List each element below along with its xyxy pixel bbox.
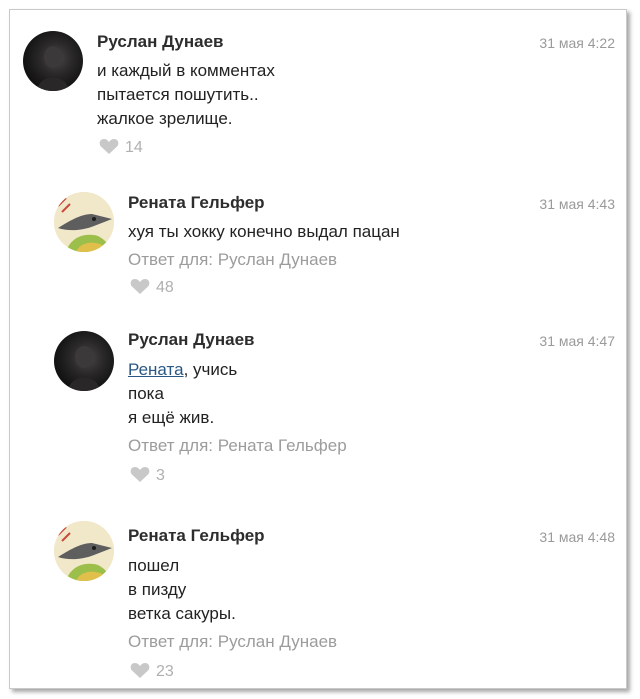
like-button[interactable]: 48 — [130, 278, 174, 297]
text-segment: , учись — [183, 360, 238, 379]
bird-illustration-icon — [54, 192, 114, 252]
author-name[interactable]: Руслан Дунаев — [97, 32, 223, 52]
bird-illustration-icon — [54, 521, 114, 581]
reply-to-link[interactable]: Ответ для: Рената Гельфер — [128, 436, 347, 456]
like-button[interactable]: 23 — [130, 662, 174, 681]
comment-text: пошел в пизду ветка сакуры. — [128, 554, 236, 626]
user-photo-icon — [37, 46, 69, 91]
comment-text: и каждый в комментах пытается пошутить..… — [97, 59, 275, 131]
comment: Рената Гельфер 31 мая 4:43 хуя ты хокку … — [10, 170, 626, 310]
comment: Руслан Дунаев 31 мая 4:22 и каждый в ком… — [10, 10, 626, 170]
comment: Руслан Дунаев 31 мая 4:47 Рената, учись … — [10, 310, 626, 500]
comment-text: хуя ты хокку конечно выдал пацан — [128, 220, 400, 244]
text-line: ветка сакуры. — [128, 604, 236, 623]
heart-icon — [99, 139, 119, 154]
reply-to-link[interactable]: Ответ для: Руслан Дунаев — [128, 250, 337, 270]
heart-icon — [130, 663, 150, 678]
avatar[interactable] — [54, 521, 114, 581]
like-count: 23 — [156, 663, 174, 680]
author-name[interactable]: Рената Гельфер — [128, 526, 265, 546]
avatar[interactable] — [54, 192, 114, 252]
timestamp[interactable]: 31 мая 4:47 — [505, 333, 615, 349]
text-line: пошел — [128, 556, 180, 575]
comment-text: Рената, учись пока я ещё жив. — [128, 358, 237, 430]
avatar[interactable] — [23, 31, 83, 91]
author-name[interactable]: Рената Гельфер — [128, 193, 265, 213]
text-line: пока — [128, 384, 164, 403]
like-count: 14 — [125, 139, 143, 156]
timestamp[interactable]: 31 мая 4:22 — [505, 35, 615, 51]
comment: Рената Гельфер 31 мая 4:48 пошел в пизду… — [10, 500, 626, 688]
author-name[interactable]: Руслан Дунаев — [128, 330, 254, 350]
avatar[interactable] — [54, 331, 114, 391]
comments-panel: Руслан Дунаев 31 мая 4:22 и каждый в ком… — [9, 9, 627, 689]
text-line: пытается пошутить.. — [97, 85, 259, 104]
like-button[interactable]: 3 — [130, 466, 165, 485]
timestamp[interactable]: 31 мая 4:48 — [505, 529, 615, 545]
text-line: и каждый в комментах — [97, 61, 275, 80]
text-line: я ещё жив. — [128, 408, 215, 427]
timestamp[interactable]: 31 мая 4:43 — [505, 196, 615, 212]
heart-icon — [130, 279, 150, 294]
like-count: 3 — [156, 467, 165, 484]
like-button[interactable]: 14 — [99, 138, 143, 157]
text-line: в пизду — [128, 580, 187, 599]
text-line: хуя ты хокку конечно выдал пацан — [128, 222, 400, 241]
text-line: жалкое зрелище. — [97, 109, 233, 128]
mention-link[interactable]: Рената — [128, 360, 184, 379]
text-line: Рената, учись — [128, 358, 237, 382]
user-photo-icon — [68, 346, 100, 391]
reply-to-link[interactable]: Ответ для: Руслан Дунаев — [128, 632, 337, 652]
like-count: 48 — [156, 279, 174, 296]
heart-icon — [130, 467, 150, 482]
